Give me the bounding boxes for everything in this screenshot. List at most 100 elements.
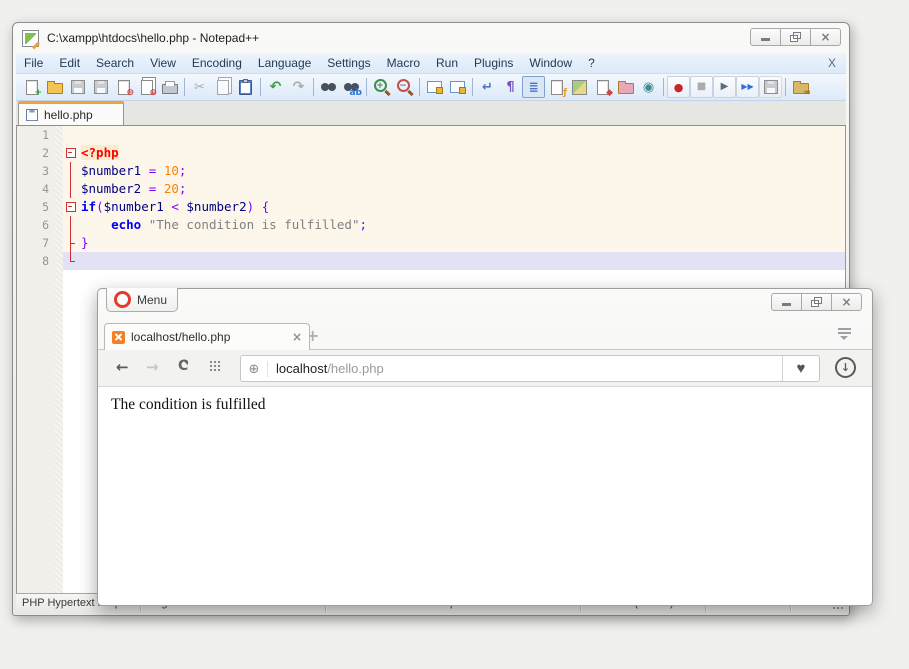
bookmark-margin[interactable] bbox=[55, 126, 63, 593]
code-line-5[interactable]: if($number1 < $number2) { bbox=[63, 198, 845, 216]
line-number: 3 bbox=[17, 162, 55, 180]
save-icon[interactable] bbox=[66, 76, 89, 98]
opera-minimize-button[interactable] bbox=[771, 293, 802, 311]
np-close-button[interactable]: × bbox=[810, 28, 841, 46]
xampp-favicon-icon bbox=[112, 331, 125, 344]
menu-item-language[interactable]: Language bbox=[250, 56, 319, 70]
np-titlebar[interactable]: C:\xampp\htdocs\hello.php - Notepad++ × bbox=[13, 23, 849, 53]
menu-item-encoding[interactable]: Encoding bbox=[184, 56, 250, 70]
tab-close-icon[interactable]: × bbox=[292, 330, 302, 344]
back-button[interactable]: ← bbox=[116, 358, 129, 376]
fold-collapse-icon[interactable] bbox=[63, 144, 77, 162]
fold-margin bbox=[63, 216, 77, 234]
close-icon: × bbox=[820, 31, 830, 43]
np-menubar: FileEditSearchViewEncodingLanguageSettin… bbox=[16, 53, 846, 74]
address-bar[interactable]: ⊕ localhost/hello.php ♥ bbox=[240, 355, 820, 382]
np-tabbar: hello.php bbox=[16, 101, 846, 126]
find-icon[interactable] bbox=[317, 76, 340, 98]
menu-item-macro[interactable]: Macro bbox=[379, 56, 428, 70]
np-minimize-button[interactable] bbox=[750, 28, 781, 46]
np-tab-label: hello.php bbox=[44, 108, 93, 122]
sync-horizontal-scroll-icon[interactable] bbox=[446, 76, 469, 98]
code-line-4[interactable]: $number2 = 20; bbox=[63, 180, 845, 198]
opera-address-toolbar: ← → C ⊕ localhost/hello.php ♥ ↓ bbox=[98, 349, 872, 386]
open-containing-folder-icon[interactable]: ∞ bbox=[789, 76, 812, 98]
paste-icon[interactable] bbox=[234, 76, 257, 98]
code-line-2[interactable]: <?php bbox=[63, 144, 845, 162]
code-line-6[interactable]: echo "The condition is fulfilled"; bbox=[63, 216, 845, 234]
url-host: localhost bbox=[276, 361, 327, 376]
print-icon[interactable] bbox=[158, 76, 181, 98]
menu-item-file[interactable]: File bbox=[16, 56, 51, 70]
opera-window: Menu × localhost/hello.php × + ← → C ⊕ bbox=[97, 288, 873, 606]
opera-close-button[interactable]: × bbox=[831, 293, 862, 311]
new-file-icon[interactable]: + bbox=[20, 76, 43, 98]
download-button[interactable]: ↓ bbox=[835, 357, 856, 378]
page-text: The condition is fulfilled bbox=[111, 396, 872, 414]
bookmark-heart-button[interactable]: ♥ bbox=[782, 356, 819, 381]
macro-run-multiple-icon[interactable]: ▶▶ bbox=[736, 76, 759, 98]
replace-icon[interactable]: ab bbox=[340, 76, 363, 98]
fold-collapse-icon[interactable] bbox=[63, 198, 77, 216]
zoom-out-icon[interactable]: − bbox=[393, 76, 416, 98]
document-map-icon[interactable] bbox=[568, 76, 591, 98]
np-window-title: C:\xampp\htdocs\hello.php - Notepad++ bbox=[47, 31, 259, 45]
close-all-icon[interactable]: ⊖ bbox=[135, 76, 158, 98]
menu-item-window[interactable]: Window bbox=[521, 56, 580, 70]
menu-item-settings[interactable]: Settings bbox=[319, 56, 378, 70]
opera-maximize-button[interactable] bbox=[801, 293, 832, 311]
redo-icon[interactable]: ↷ bbox=[287, 76, 310, 98]
cut-icon[interactable]: ✂ bbox=[188, 76, 211, 98]
close-icon: × bbox=[841, 296, 851, 308]
opera-logo-icon bbox=[114, 291, 131, 308]
close-icon[interactable]: ⊖ bbox=[112, 76, 135, 98]
zoom-in-icon[interactable]: + bbox=[370, 76, 393, 98]
opera-menu-button[interactable]: Menu bbox=[106, 288, 178, 312]
folder-as-workspace-icon[interactable] bbox=[614, 76, 637, 98]
macro-record-icon[interactable]: ● bbox=[667, 76, 690, 98]
np-menubar-close[interactable]: X bbox=[818, 56, 846, 70]
line-number: 5 bbox=[17, 198, 55, 216]
macro-save-icon[interactable] bbox=[759, 76, 782, 98]
line-number: 4 bbox=[17, 180, 55, 198]
menu-item-plugins[interactable]: Plugins bbox=[466, 56, 521, 70]
code-line-7[interactable]: } bbox=[63, 234, 845, 252]
opera-titlebar[interactable]: Menu × bbox=[98, 289, 872, 323]
undo-icon[interactable]: ↶ bbox=[264, 76, 287, 98]
open-file-icon[interactable] bbox=[43, 76, 66, 98]
fold-margin bbox=[63, 180, 77, 198]
site-badge-icon[interactable]: ⊕ bbox=[241, 361, 268, 377]
reload-icon[interactable]: C bbox=[178, 358, 188, 374]
code-line-3[interactable]: $number1 = 10; bbox=[63, 162, 845, 180]
np-maximize-button[interactable] bbox=[780, 28, 811, 46]
restore-icon bbox=[811, 297, 822, 307]
forward-button[interactable]: → bbox=[146, 358, 159, 376]
menu-item-view[interactable]: View bbox=[142, 56, 184, 70]
url-path: /hello.php bbox=[327, 361, 383, 376]
menu-item-help[interactable]: ? bbox=[580, 56, 603, 70]
line-number: 1 bbox=[17, 126, 55, 144]
monitoring-icon[interactable]: ◉ bbox=[637, 76, 660, 98]
macro-play-icon[interactable]: ▶ bbox=[713, 76, 736, 98]
copy-icon[interactable] bbox=[211, 76, 234, 98]
url-text[interactable]: localhost/hello.php bbox=[268, 361, 782, 376]
code-line-1[interactable] bbox=[63, 126, 845, 144]
menu-item-search[interactable]: Search bbox=[88, 56, 142, 70]
indent-guide-icon[interactable]: ≣ bbox=[522, 76, 545, 98]
word-wrap-icon[interactable]: ↵ bbox=[476, 76, 499, 98]
np-menu-items: FileEditSearchViewEncodingLanguageSettin… bbox=[16, 56, 603, 70]
show-all-characters-icon[interactable]: ¶ bbox=[499, 76, 522, 98]
np-tab-hello-php[interactable]: hello.php bbox=[18, 101, 124, 125]
sync-vertical-scroll-icon[interactable] bbox=[423, 76, 446, 98]
menu-item-edit[interactable]: Edit bbox=[51, 56, 88, 70]
document-switcher-icon[interactable]: ◆ bbox=[591, 76, 614, 98]
save-all-icon[interactable] bbox=[89, 76, 112, 98]
speed-dial-button[interactable] bbox=[210, 361, 222, 373]
menu-item-run[interactable]: Run bbox=[428, 56, 466, 70]
browser-viewport[interactable]: The condition is fulfilled bbox=[98, 386, 872, 605]
opera-tab-localhost[interactable]: localhost/hello.php × bbox=[104, 323, 310, 350]
macro-stop-icon[interactable]: ■ bbox=[690, 76, 713, 98]
tab-menu-icon[interactable] bbox=[837, 327, 852, 341]
function-completion-icon[interactable]: ƒ bbox=[545, 76, 568, 98]
code-line-8[interactable] bbox=[63, 252, 845, 270]
